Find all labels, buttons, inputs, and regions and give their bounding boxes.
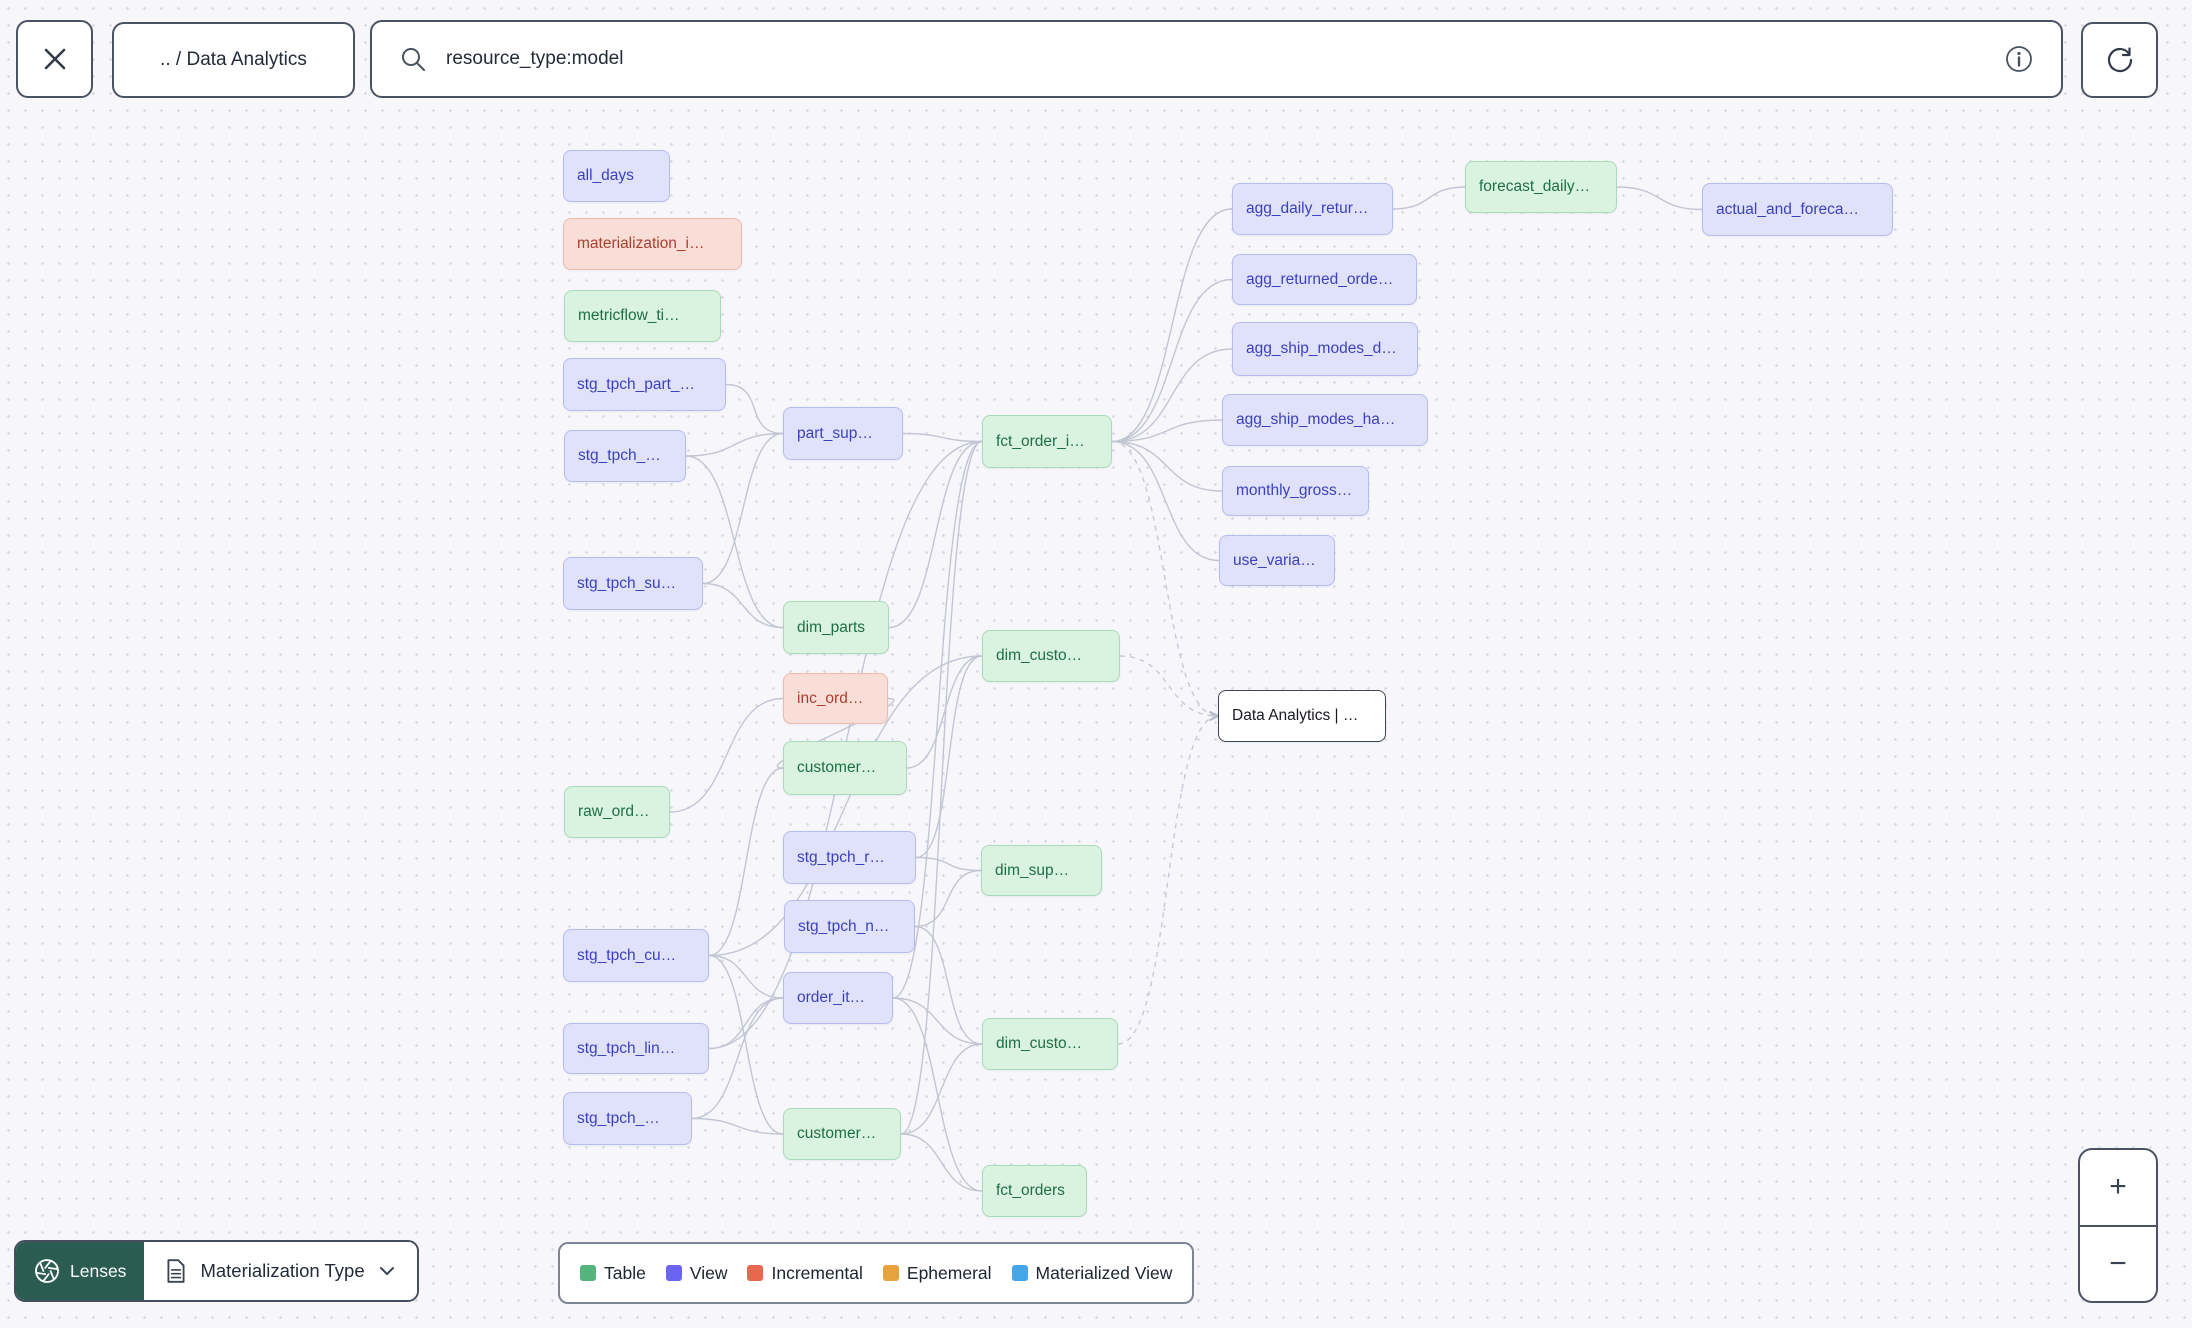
- legend-item-incremental: Incremental: [747, 1262, 863, 1284]
- edge-stg_tpch_part-to-part_sup: [725, 383, 784, 435]
- edge-order_it-to-dim_custo_bottom: [892, 997, 983, 1045]
- legend-label: Ephemeral: [906, 1262, 992, 1283]
- edge-stg_tpch_lin-to-order_it: [708, 997, 784, 1050]
- search-icon: [398, 44, 428, 74]
- edge-customer_bottom-to-fct_orders: [900, 1133, 983, 1192]
- legend-swatch: [747, 1265, 764, 1281]
- lens-name: Materialization Type: [200, 1260, 365, 1281]
- graph-node-fct_orders[interactable]: fct_orders: [982, 1165, 1087, 1217]
- edge-agg_daily_retur-to-forecast_daily: [1392, 186, 1466, 210]
- aperture-icon: [34, 1258, 60, 1284]
- graph-node-dim_custo_top[interactable]: dim_custo…: [982, 630, 1120, 682]
- legend-item-materialized-view: Materialized View: [1011, 1262, 1173, 1284]
- breadcrumb[interactable]: .. / Data Analytics: [112, 22, 355, 98]
- materialization-legend: Table View Incremental Ephemeral Materialize…: [558, 1242, 1195, 1304]
- search-bar[interactable]: [370, 20, 2063, 98]
- graph-node-materialization_i[interactable]: materialization_i…: [563, 218, 742, 270]
- zoom-in-button[interactable]: +: [2080, 1150, 2156, 1225]
- graph-node-stg_tpch_su[interactable]: stg_tpch_su…: [563, 557, 703, 610]
- edge-stg_tpch_n-to-dim_custo_bottom: [914, 925, 983, 1045]
- legend-swatch: [665, 1265, 682, 1281]
- graph-node-customer_bottom[interactable]: customer…: [783, 1108, 901, 1160]
- legend-label: Incremental: [771, 1262, 863, 1283]
- close-icon: [40, 44, 70, 74]
- graph-node-fct_order_i[interactable]: fct_order_i…: [982, 415, 1112, 468]
- edge-fct_order_i-to-agg_ship_modes_ha: [1111, 419, 1223, 443]
- edge-fct_order_i-to-agg_daily_retur: [1111, 208, 1233, 443]
- legend-item-view: View: [665, 1262, 728, 1284]
- graph-node-dim_parts[interactable]: dim_parts: [783, 601, 889, 654]
- document-icon: [164, 1258, 188, 1284]
- info-icon[interactable]: [2003, 43, 2035, 75]
- edge-part_sup-to-fct_order_i: [902, 432, 983, 443]
- edge-stg_tpch_cu-to-order_it: [708, 954, 784, 999]
- edge-stg_tpch_top-to-part_sup: [685, 432, 784, 457]
- lens-selector[interactable]: Materialization Type: [144, 1242, 417, 1300]
- edge-stg_tpch_cu-to-customer_top: [708, 767, 784, 957]
- legend-swatch: [882, 1265, 899, 1281]
- lenses-button[interactable]: Lenses: [16, 1242, 145, 1300]
- edge-fct_order_i-to-monthly_gross: [1111, 440, 1223, 492]
- refresh-icon: [2104, 44, 2136, 76]
- graph-node-stg_tpch_part[interactable]: stg_tpch_part_…: [563, 358, 726, 411]
- graph-node-stg_tpch_bottom[interactable]: stg_tpch_…: [563, 1092, 692, 1145]
- edge-order_it-to-fct_orders: [892, 997, 983, 1192]
- graph-node-stg_tpch_top[interactable]: stg_tpch_…: [564, 430, 686, 482]
- edge-stg_tpch_cu-to-customer_bottom: [708, 954, 784, 1135]
- graph-node-inc_ord[interactable]: inc_ord…: [783, 673, 888, 724]
- edge-dim_custo_top-to-exposure_data_analytics: [1119, 655, 1221, 722]
- graph-node-exposure_data_analytics[interactable]: Data Analytics | …: [1218, 690, 1386, 742]
- edge-forecast_daily-to-actual_and_foreca: [1616, 186, 1703, 211]
- legend-item-table: Table: [580, 1263, 646, 1284]
- legend-label: View: [689, 1262, 728, 1283]
- edge-customer_bottom-to-fct_order_i: [900, 440, 983, 1135]
- graph-node-order_it[interactable]: order_it…: [783, 972, 893, 1024]
- graph-node-actual_and_foreca[interactable]: actual_and_foreca…: [1702, 183, 1893, 236]
- refresh-button[interactable]: [2081, 22, 2158, 98]
- edge-raw_ord-to-inc_ord: [669, 697, 784, 813]
- legend-swatch: [580, 1265, 596, 1281]
- lineage-canvas[interactable]: all_days materialization_i… metricflow_ti……: [0, 0, 2192, 1328]
- graph-node-dim_sup[interactable]: dim_sup…: [981, 845, 1102, 896]
- graph-node-agg_ship_modes_ha[interactable]: agg_ship_modes_ha…: [1222, 394, 1428, 446]
- chevron-down-icon: [377, 1261, 397, 1281]
- edge-fct_order_i-to-use_varia: [1111, 440, 1220, 562]
- edge-stg_tpch_su-to-dim_parts: [702, 582, 784, 629]
- search-input[interactable]: [444, 47, 2003, 71]
- graph-node-all_days[interactable]: all_days: [563, 150, 670, 202]
- edge-fct_order_i-to-exposure_data_analytics: [1111, 440, 1221, 722]
- zoom-controls: + −: [2078, 1148, 2158, 1303]
- graph-node-raw_ord[interactable]: raw_ord…: [564, 786, 670, 838]
- graph-node-use_varia[interactable]: use_varia…: [1219, 535, 1335, 586]
- graph-node-agg_ship_modes_d[interactable]: agg_ship_modes_d…: [1232, 322, 1418, 376]
- edge-dim_custo_bottom-to-exposure_data_analytics: [1117, 710, 1221, 1045]
- lenses-pill: Lenses Materialization Type: [14, 1240, 419, 1302]
- graph-node-stg_tpch_r[interactable]: stg_tpch_r…: [783, 831, 916, 884]
- graph-node-part_sup[interactable]: part_sup…: [783, 407, 903, 460]
- graph-node-stg_tpch_n[interactable]: stg_tpch_n…: [784, 900, 915, 953]
- legend-label: Table: [604, 1262, 646, 1283]
- lenses-label: Lenses: [70, 1260, 127, 1281]
- graph-node-agg_returned_orde[interactable]: agg_returned_orde…: [1232, 254, 1417, 305]
- edge-stg_tpch_su-to-part_sup: [702, 432, 784, 585]
- graph-node-stg_tpch_cu[interactable]: stg_tpch_cu…: [563, 929, 709, 982]
- legend-label: Materialized View: [1035, 1262, 1173, 1283]
- legend-swatch: [1011, 1265, 1028, 1281]
- graph-node-forecast_daily[interactable]: forecast_daily…: [1465, 161, 1617, 213]
- graph-node-monthly_gross[interactable]: monthly_gross…: [1222, 466, 1369, 516]
- edge-customer_top-to-dim_custo_top: [906, 655, 983, 769]
- edge-fct_order_i-to-agg_returned_orde: [1111, 278, 1233, 443]
- graph-node-stg_tpch_lin[interactable]: stg_tpch_lin…: [563, 1023, 709, 1074]
- edge-fct_order_i-to-agg_ship_modes_d: [1111, 348, 1233, 443]
- graph-node-metricflow_ti[interactable]: metricflow_ti…: [564, 290, 721, 342]
- legend-item-ephemeral: Ephemeral: [882, 1262, 992, 1284]
- close-button[interactable]: [16, 20, 93, 98]
- edge-customer_bottom-to-dim_custo_bottom: [900, 1043, 983, 1135]
- breadcrumb-label: .. / Data Analytics: [160, 49, 307, 70]
- graph-node-dim_custo_bottom[interactable]: dim_custo…: [982, 1018, 1118, 1070]
- zoom-out-button[interactable]: −: [2080, 1227, 2156, 1302]
- graph-node-agg_daily_retur[interactable]: agg_daily_retur…: [1232, 183, 1393, 235]
- graph-node-customer_top[interactable]: customer…: [783, 741, 907, 795]
